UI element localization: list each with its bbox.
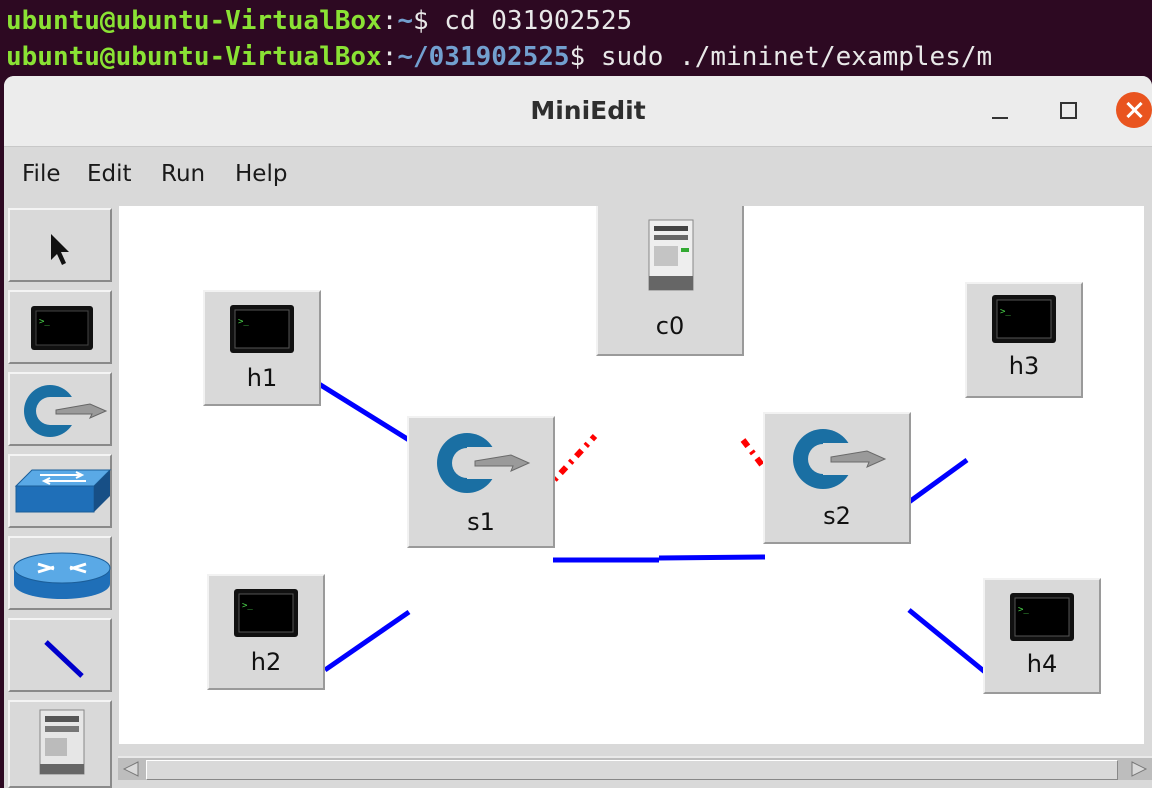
switch-icon	[437, 433, 531, 493]
link-tool-button[interactable]	[8, 618, 112, 692]
window-title: MiniEdit	[530, 96, 646, 125]
node-label-h2: h2	[250, 648, 282, 676]
node-h2[interactable]: >_ h2	[207, 574, 325, 690]
cursor-icon	[51, 234, 69, 265]
node-label-h1: h1	[246, 364, 278, 392]
node-label-s2: s2	[823, 502, 851, 530]
scroll-left-icon[interactable]	[120, 760, 142, 778]
router-icon	[13, 552, 111, 599]
node-s1[interactable]: s1	[407, 416, 555, 548]
link-s2-h3[interactable]	[907, 457, 969, 505]
minimize-button[interactable]	[982, 92, 1018, 128]
select-tool-button[interactable]	[8, 208, 112, 282]
close-button[interactable]	[1116, 92, 1152, 128]
node-label-h3: h3	[1008, 352, 1040, 380]
controller-tool-button[interactable]	[8, 700, 112, 788]
svg-text:>_: >_	[1000, 307, 1011, 317]
switch-icon	[793, 429, 887, 489]
node-s2[interactable]: s2	[763, 412, 911, 544]
svg-text:>_: >_	[39, 317, 50, 327]
node-label-h4: h4	[1026, 650, 1058, 678]
svg-text:>_: >_	[1018, 605, 1029, 615]
terminal-icon: >_	[230, 305, 294, 353]
menu-file[interactable]: File	[22, 161, 61, 187]
link-h1-s1[interactable]	[317, 381, 411, 443]
terminal-icon: >_	[992, 295, 1056, 343]
node-h1[interactable]: >_ h1	[203, 290, 321, 406]
horizontal-scrollbar[interactable]	[118, 756, 1152, 780]
node-h4[interactable]: >_ h4	[983, 578, 1101, 694]
menu-bar: File Edit Run Help	[4, 147, 1152, 205]
switch-icon	[24, 385, 108, 437]
menu-edit[interactable]: Edit	[87, 161, 132, 187]
link-h2-s1[interactable]	[323, 609, 411, 673]
miniedit-window: MiniEdit File Edit Run Help >_ c0 >_ h1 …	[4, 76, 1152, 788]
node-h3[interactable]: >_ h3	[965, 282, 1083, 398]
terminal-icon: >_	[31, 306, 93, 350]
menu-run[interactable]: Run	[161, 161, 205, 187]
menu-help[interactable]: Help	[235, 161, 287, 187]
toolbar: >_	[8, 206, 116, 788]
link-s2-h4[interactable]	[907, 608, 987, 674]
legacy-switch-icon	[14, 469, 112, 513]
controller-icon	[39, 709, 85, 775]
link-icon	[44, 640, 84, 678]
terminal-line-1: ubuntu@ubuntu-VirtualBox:~$ cd 031902525	[6, 6, 633, 36]
svg-text:>_: >_	[242, 601, 253, 611]
vertical-scrollbar[interactable]	[1144, 206, 1152, 744]
topology-canvas[interactable]: c0 >_ h1 >_ h2 >_ h3 >_ h4 s1 s2	[119, 206, 1144, 744]
maximize-button[interactable]	[1050, 92, 1086, 128]
link-s1-s2-b[interactable]	[658, 554, 766, 561]
legacy-router-tool-button[interactable]	[8, 536, 112, 610]
node-c0[interactable]: c0	[596, 206, 744, 356]
node-label-s1: s1	[467, 508, 495, 536]
host-tool-button[interactable]: >_	[8, 290, 112, 364]
switch-tool-button[interactable]	[8, 372, 112, 446]
scroll-right-icon[interactable]	[1128, 760, 1150, 778]
terminal-icon: >_	[234, 589, 298, 637]
horizontal-scroll-thumb[interactable]	[146, 760, 1118, 780]
svg-text:>_: >_	[238, 317, 249, 327]
controller-icon	[648, 219, 694, 291]
node-label-c0: c0	[655, 312, 685, 340]
title-bar[interactable]: MiniEdit	[4, 76, 1152, 147]
terminal-line-2: ubuntu@ubuntu-VirtualBox:~/031902525$ su…	[6, 42, 993, 72]
terminal-icon: >_	[1010, 593, 1074, 641]
legacy-switch-tool-button[interactable]	[8, 454, 112, 528]
